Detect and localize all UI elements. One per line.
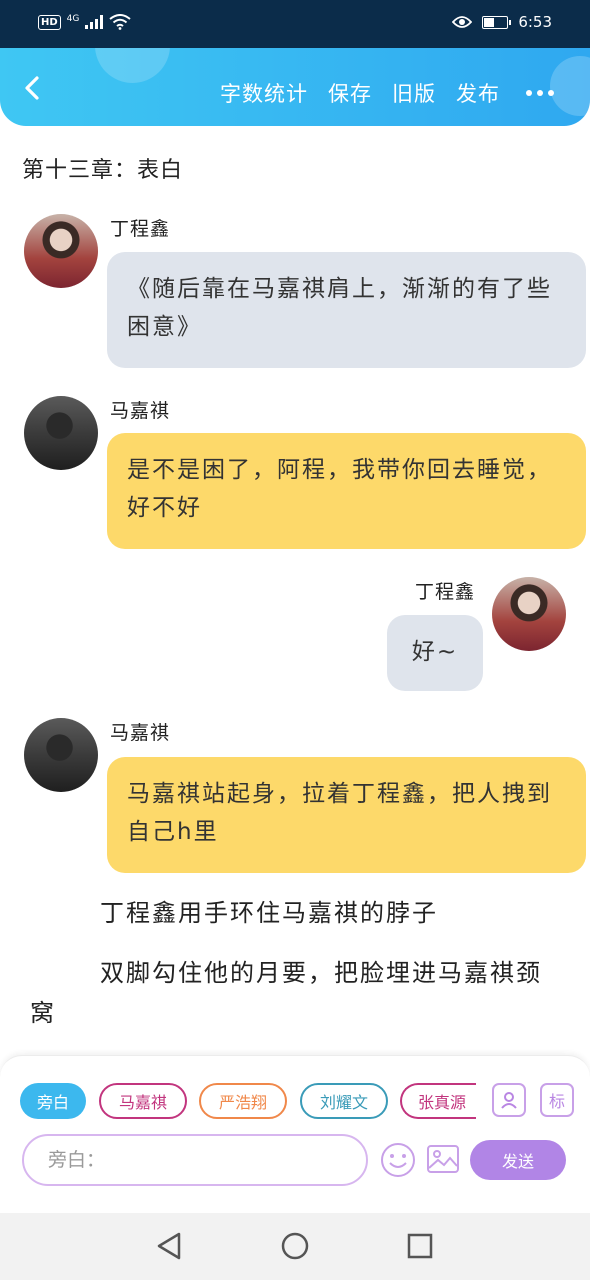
narration-line[interactable]: 丁程鑫用手环住马嘉祺的脖子	[100, 893, 438, 933]
chip-character[interactable]: 张真源	[400, 1083, 476, 1119]
chip-character[interactable]: 严浩翔	[199, 1083, 287, 1119]
send-button[interactable]: 发送	[470, 1140, 566, 1180]
message-bubble[interactable]: 马嘉祺站起身，拉着丁程鑫，把人拽到自己h里	[107, 757, 586, 873]
more-icon[interactable]	[526, 90, 554, 96]
chip-narration[interactable]: 旁白	[20, 1083, 86, 1119]
emoji-icon[interactable]	[380, 1142, 416, 1178]
home-nav-icon[interactable]	[280, 1231, 310, 1261]
avatar[interactable]	[24, 214, 98, 288]
word-count-button[interactable]: 字数统计	[220, 78, 308, 108]
message-bubble[interactable]: 《随后靠在马嘉祺肩上，渐渐的有了些困意》	[107, 252, 586, 368]
header-actions: 字数统计 保存 旧版 发布	[220, 78, 554, 108]
speaker-name: 丁程鑫	[415, 581, 476, 603]
chapter-title: 第十三章：表白	[22, 158, 184, 183]
old-version-button[interactable]: 旧版	[392, 78, 436, 108]
clock: 6:53	[518, 13, 552, 31]
back-nav-icon[interactable]	[155, 1231, 183, 1261]
wifi-icon	[109, 14, 131, 30]
status-bar: HD 4G 6:53	[0, 0, 590, 48]
eye-icon	[452, 16, 473, 28]
message-input[interactable]	[22, 1134, 368, 1186]
network-type: 4G	[66, 14, 80, 24]
character-manage-icon[interactable]	[492, 1083, 526, 1117]
recents-nav-icon[interactable]	[406, 1231, 434, 1261]
signal-icon	[85, 15, 104, 29]
speaker-name: 马嘉祺	[110, 400, 171, 422]
message-bubble[interactable]: 是不是困了，阿程，我带你回去睡觉，好不好	[107, 433, 586, 549]
editor-header: 字数统计 保存 旧版 发布	[0, 48, 590, 126]
chip-character[interactable]: 刘耀文	[300, 1083, 388, 1119]
speaker-name: 丁程鑫	[110, 218, 171, 240]
save-button[interactable]: 保存	[328, 78, 372, 108]
avatar[interactable]	[24, 718, 98, 792]
battery-icon	[482, 15, 512, 29]
message-bubble[interactable]: 好~	[387, 615, 483, 691]
tag-button[interactable]: 标	[540, 1083, 574, 1117]
input-panel: 旁白 马嘉祺 严浩翔 刘耀文 张真源 标 发送	[0, 1055, 590, 1213]
hd-badge: HD	[38, 14, 61, 30]
image-icon[interactable]	[426, 1142, 460, 1176]
narration-line[interactable]: 双脚勾住他的月要，把脸埋进马嘉祺颈窝	[30, 953, 560, 1033]
publish-button[interactable]: 发布	[456, 78, 500, 108]
avatar[interactable]	[492, 577, 566, 651]
system-nav-bar	[0, 1213, 590, 1280]
speaker-name: 马嘉祺	[110, 722, 171, 744]
status-left: HD 4G	[38, 14, 131, 30]
avatar[interactable]	[24, 396, 98, 470]
back-arrow-icon[interactable]	[18, 74, 46, 102]
status-right: 6:53	[452, 13, 552, 31]
chip-character[interactable]: 马嘉祺	[99, 1083, 187, 1119]
